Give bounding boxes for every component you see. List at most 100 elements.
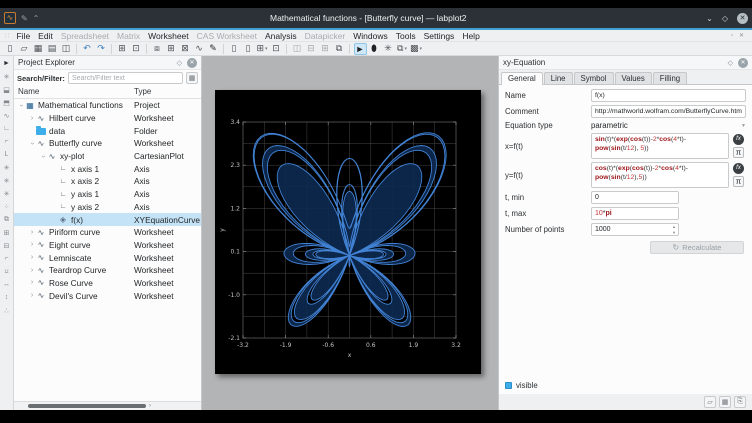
tab-values[interactable]: Values [615,72,652,84]
tree-row-lemniscate[interactable]: ›∿LemniscateWorksheet [14,251,201,264]
float-dock-icon[interactable]: ◇ [728,59,733,67]
t-max-input[interactable]: 10*pi [591,207,679,220]
zoom-in-button[interactable]: ✳ [1,162,12,173]
tree-row-hilbert-curve[interactable]: ›∿Hilbert curveWorksheet [14,112,201,125]
axis-tool-button[interactable]: ∟ [1,123,12,134]
shade-icon[interactable]: ⌃ [33,14,40,23]
load-template-button[interactable]: ▱ [704,396,716,408]
tree-row-devil-s-curve[interactable]: ›∿Devil's CurveWorksheet [14,289,201,302]
grid-layout-button[interactable]: ⊞ [319,43,332,55]
new-spreadsheet-button[interactable]: ⧈ [151,43,164,55]
tree-row-x-axis-2[interactable]: ∟x axis 2Axis [14,175,201,188]
scrollbar-arrow-icon[interactable]: › [149,402,151,410]
scrollbar-thumb[interactable] [28,404,146,408]
tab-line[interactable]: Line [544,72,573,84]
visible-checkbox[interactable] [505,382,512,389]
tree-row-x-axis-1[interactable]: ∟x axis 1Axis [14,162,201,175]
print-preview-button[interactable]: ◫ [60,43,73,55]
tree-row-f-x[interactable]: ◈f(x)XYEquationCurve [14,213,201,226]
curve-tool-button[interactable]: ∿ [1,110,12,121]
insert-function-button[interactable]: fx [733,163,744,174]
copy-properties-button[interactable]: ⎘ [734,396,746,408]
tree-row-piriform-curve[interactable]: ›∿Piriform curveWorksheet [14,226,201,239]
tree-row-eight-curve[interactable]: ›∿Eight curveWorksheet [14,239,201,252]
expander-icon[interactable]: › [18,101,25,109]
pin-icon[interactable]: ✎ [21,14,28,23]
menu-tools[interactable]: Tools [392,31,420,41]
zoom-select-button[interactable]: ✳ [382,43,395,55]
frame-split-button[interactable]: ⊟ [1,240,12,251]
menu-worksheet[interactable]: Worksheet [144,31,192,41]
expander-icon[interactable]: › [28,229,36,236]
expander-icon[interactable]: › [28,115,36,122]
tree-row-xy-plot[interactable]: ›∿xy-plotCartesianPlot [14,150,201,163]
fit-page-button[interactable]: ⊡ [270,43,283,55]
mdi-window-buttons[interactable]: ▫ ✕ [731,32,750,39]
worksheet-page[interactable]: -3.23.4-1.92.3-0.61.20.60.11.9-1.03.2-2.… [215,90,481,374]
spinbox-arrows-icon[interactable]: ▲▼ [672,224,676,236]
frame-dash-button[interactable]: ⌑ [1,266,12,277]
select-mode-button[interactable]: ► [354,43,367,55]
close-dock-icon[interactable]: ✕ [738,58,748,68]
frame-corner-button[interactable]: ⌐ [1,253,12,264]
cartesian-plot[interactable]: -3.23.4-1.92.3-0.61.20.60.11.9-1.03.2-2.… [215,90,481,374]
number-of-points-spinbox[interactable]: 1000 ▲▼ [591,223,679,236]
expander-icon[interactable]: › [29,139,36,147]
menu-settings[interactable]: Settings [420,31,459,41]
menu-analysis[interactable]: Analysis [261,31,301,41]
zoom-mode-button[interactable]: ⬮ [368,43,381,55]
recalculate-button[interactable]: ↻ Recalculate [650,241,744,254]
name-input[interactable] [591,89,746,102]
new-worksheet-button[interactable]: ⊠ [179,43,192,55]
y-equation-input[interactable]: cos(t)*(exp(cos(t))-2*cos(4*t)-pow(sin(t… [591,162,729,188]
frame-tool-button[interactable]: ⧉ [1,214,12,225]
new-curve-button[interactable]: ∿ [193,43,206,55]
tree-column-header[interactable]: Name Type [14,86,201,99]
save-template-button[interactable]: ▦ [719,396,731,408]
tree-row-y-axis-2[interactable]: ∟y axis 2Axis [14,201,201,214]
axis-bottom-button[interactable]: ⌐ [1,136,12,147]
comment-input[interactable] [591,105,746,118]
zoom-fit-button[interactable]: ⧉▾ [396,43,409,55]
dots-tool-button[interactable]: ⁘ [1,201,12,212]
shape-v-button[interactable]: ⬒ [1,97,12,108]
column-type[interactable]: Type [130,86,201,98]
expander-icon[interactable]: › [28,267,36,274]
tree-row-rose-curve[interactable]: ›∿Rose CurveWorksheet [14,277,201,290]
expander-icon[interactable]: › [28,254,36,261]
new-folder-button[interactable]: ⊞ [116,43,129,55]
horizontal-layout-button[interactable]: ⊟ [305,43,318,55]
frame-add-button[interactable]: ⊞ [1,227,12,238]
insert-constant-button[interactable]: π [733,176,744,187]
filter-options-button[interactable]: ▦ [186,72,198,84]
grid-dots-button[interactable]: ∴ [1,305,12,316]
zoom-tool-button[interactable]: ✳ [1,71,12,82]
insert-function-button[interactable]: fx [733,134,744,145]
save-project-button[interactable]: ▦ [32,43,45,55]
minimize-button[interactable]: ⌄ [706,14,713,23]
tree-row-butterfly-curve[interactable]: ›∿Butterfly curveWorksheet [14,137,201,150]
zoom-area-button[interactable]: ✳ [1,188,12,199]
magnification-button[interactable]: ▩▾ [410,43,423,55]
menu-edit[interactable]: Edit [34,31,57,41]
tab-filling[interactable]: Filling [653,72,687,84]
undo-button[interactable]: ↶ [81,43,94,55]
new-document-button[interactable]: ▯ [4,43,17,55]
expander-icon[interactable]: › [40,152,47,160]
duplicate-page-button[interactable]: ▯ [242,43,255,55]
x-equation-input[interactable]: sin(t)*(exp(cos(t))-2*cos(4*t)-pow(sin(t… [591,133,729,159]
new-note-button[interactable]: ✎ [207,43,220,55]
expander-icon[interactable]: › [28,279,36,286]
worksheet-view[interactable]: -3.23.4-1.92.3-0.61.20.60.11.9-1.03.2-2.… [202,56,498,410]
zoom-out-button[interactable]: ✳ [1,175,12,186]
expander-icon[interactable]: › [28,292,36,299]
shape-h-button[interactable]: ⬓ [1,84,12,95]
redo-button[interactable]: ↷ [95,43,108,55]
menu-file[interactable]: File [12,31,34,41]
menu-help[interactable]: Help [458,31,483,41]
new-matrix-button[interactable]: ⊞ [165,43,178,55]
tab-general[interactable]: General [501,72,543,85]
break-layout-button[interactable]: ⧉ [333,43,346,55]
tab-symbol[interactable]: Symbol [574,72,614,84]
t-min-input[interactable]: 0 [591,191,679,204]
